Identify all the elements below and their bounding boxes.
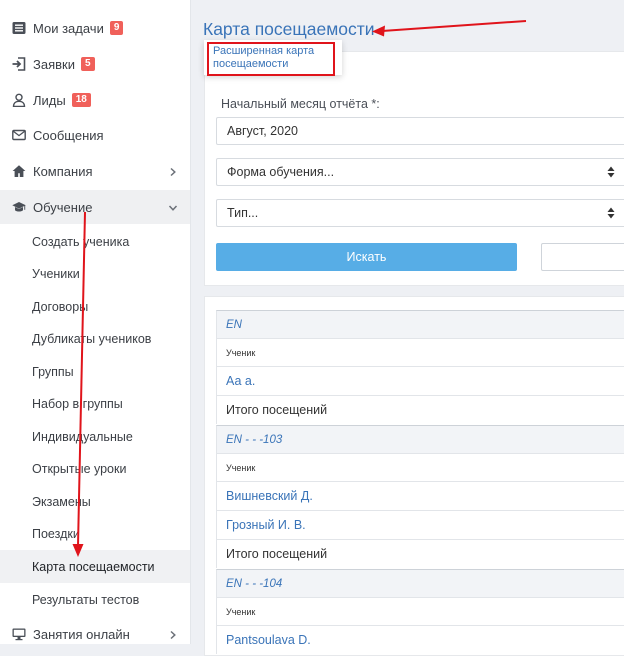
sidebar-subitem-duplicates[interactable]: Дубликаты учеников: [0, 322, 190, 355]
graduation-cap-icon: [12, 200, 26, 214]
start-month-input[interactable]: Август, 2020: [216, 117, 624, 145]
sort-arrows-icon: [606, 206, 616, 220]
search-button[interactable]: Искать: [216, 243, 517, 271]
sidebar-subitem-exams[interactable]: Экзамены: [0, 485, 190, 518]
student-link[interactable]: Аа а.: [216, 366, 624, 395]
sidebar-subitem-individual[interactable]: Индивидуальные: [0, 420, 190, 453]
tasks-badge: 9: [109, 21, 124, 35]
sidebar-item-label: Компания: [33, 163, 93, 179]
sidebar-subitem-group-enrollment[interactable]: Набор в группы: [0, 387, 190, 420]
sign-in-icon: [12, 57, 26, 71]
sidebar-subitem-trips[interactable]: Поездки: [0, 517, 190, 550]
page-title: Карта посещаемости: [203, 19, 375, 39]
table-header-student: Ученик: [216, 338, 624, 366]
envelope-icon: [12, 128, 26, 142]
sidebar-item-label: Заявки: [33, 56, 75, 72]
sidebar-item-education[interactable]: Обучение: [0, 190, 190, 224]
study-form-select[interactable]: Форма обучения...: [216, 158, 624, 186]
chevron-right-icon: [168, 165, 178, 177]
sort-arrows-icon: [606, 165, 616, 179]
sidebar-item-label: Лиды: [33, 92, 66, 108]
sidebar-item-leads[interactable]: Лиды 18: [0, 83, 190, 117]
sidebar-subitem-attendance-map[interactable]: Карта посещаемости: [0, 550, 190, 583]
annotation-arrow-title: [381, 20, 527, 32]
requests-badge: 5: [80, 57, 95, 71]
student-link[interactable]: Pantsoulava D.: [216, 625, 624, 654]
sidebar: Мои задачи 9 Заявки 5 Лиды 18 Сообщения …: [0, 0, 191, 644]
chevron-right-icon: [168, 628, 178, 640]
leads-badge: 18: [71, 93, 91, 107]
sidebar-subitem-test-results[interactable]: Результаты тестов: [0, 583, 190, 616]
user-icon: [12, 93, 26, 107]
group-row: EN - - -104: [216, 569, 624, 597]
sidebar-subitem-open-lessons[interactable]: Открытые уроки: [0, 452, 190, 485]
sidebar-subitem-groups[interactable]: Группы: [0, 355, 190, 388]
secondary-button[interactable]: [541, 243, 624, 271]
sidebar-item-my-tasks[interactable]: Мои задачи 9: [0, 11, 190, 45]
table-header-student: Ученик: [216, 597, 624, 625]
home-icon: [12, 164, 26, 178]
sidebar-item-messages[interactable]: Сообщения: [0, 118, 190, 152]
sidebar-item-label: Мои задачи: [33, 20, 104, 36]
table-header-student: Ученик: [216, 453, 624, 481]
sidebar-item-company[interactable]: Компания: [0, 154, 190, 188]
group-row: EN: [216, 310, 624, 338]
total-visits-row: Итого посещений: [216, 395, 624, 424]
total-visits-row: Итого посещений: [216, 539, 624, 568]
sidebar-item-requests[interactable]: Заявки 5: [0, 47, 190, 81]
group-row: EN - - -103: [216, 425, 624, 453]
sidebar-item-label: Обучение: [33, 199, 93, 215]
start-month-label: Начальный месяц отчёта *:: [221, 97, 380, 111]
student-link[interactable]: Вишневский Д.: [216, 481, 624, 510]
sidebar-subitem-contracts[interactable]: Договоры: [0, 290, 190, 323]
student-link[interactable]: Грозный И. В.: [216, 510, 624, 539]
sidebar-subitem-students[interactable]: Ученики: [0, 257, 190, 290]
type-select[interactable]: Тип...: [216, 199, 624, 227]
sidebar-item-label: Занятия онлайн: [33, 626, 130, 642]
monitor-icon: [12, 627, 26, 641]
title-dropdown-popup: Расширенная карта посещаемости: [204, 40, 342, 76]
sidebar-item-online-lessons[interactable]: Занятия онлайн: [0, 617, 190, 644]
chevron-down-icon: [168, 201, 178, 211]
tasks-icon: [12, 21, 26, 35]
extended-attendance-map-link[interactable]: Расширенная карта посещаемости: [207, 42, 335, 76]
sidebar-item-label: Сообщения: [33, 127, 104, 143]
sidebar-subitem-create-student[interactable]: Создать ученика: [0, 225, 190, 258]
